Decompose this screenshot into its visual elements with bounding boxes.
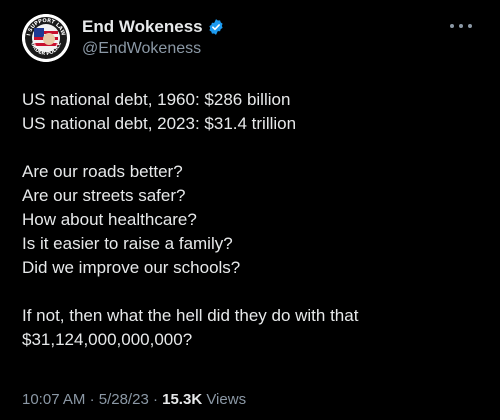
more-dot	[450, 24, 454, 28]
tweet-line: Is it easier to raise a family?	[22, 234, 233, 253]
tweet-line: US national debt, 1960: $286 billion	[22, 90, 291, 109]
tweet-line: US national debt, 2023: $31.4 trillion	[22, 114, 297, 133]
tweet-line: How about healthcare?	[22, 210, 197, 229]
tweet-date[interactable]: 5/28/23	[99, 391, 149, 408]
verified-badge-icon[interactable]	[207, 18, 225, 36]
tweet-line: If not, then what the hell did they do w…	[22, 306, 359, 325]
author-handle[interactable]: @EndWokeness	[82, 39, 201, 59]
tweet-time[interactable]: 10:07 AM	[22, 391, 85, 408]
avatar-badge-icon: I SUPPORT LAW ORDER POLICE	[22, 14, 70, 62]
views-count: 15.3K	[162, 391, 203, 408]
tweet-card: I SUPPORT LAW ORDER POLICE End Wokeness …	[0, 0, 500, 420]
meta-separator: ·	[152, 391, 158, 408]
display-name[interactable]: End Wokeness	[82, 16, 203, 38]
tweet-line: $31,124,000,000,000?	[22, 330, 193, 349]
tweet-meta: 10:07 AM · 5/28/23 · 15.3K Views	[22, 390, 246, 410]
more-dot	[459, 24, 463, 28]
avatar[interactable]: I SUPPORT LAW ORDER POLICE	[22, 14, 70, 62]
views-label: Views	[206, 391, 247, 408]
tweet-line: Are our roads better?	[22, 162, 183, 181]
author-name-row[interactable]: End Wokeness	[82, 16, 225, 38]
tweet-line: Did we improve our schools?	[22, 258, 241, 277]
more-options-icon[interactable]	[450, 20, 472, 32]
tweet-text: US national debt, 1960: $286 billion US …	[22, 88, 482, 352]
tweet-line: Are our streets safer?	[22, 186, 186, 205]
more-dot	[468, 24, 472, 28]
meta-separator: ·	[89, 391, 95, 408]
